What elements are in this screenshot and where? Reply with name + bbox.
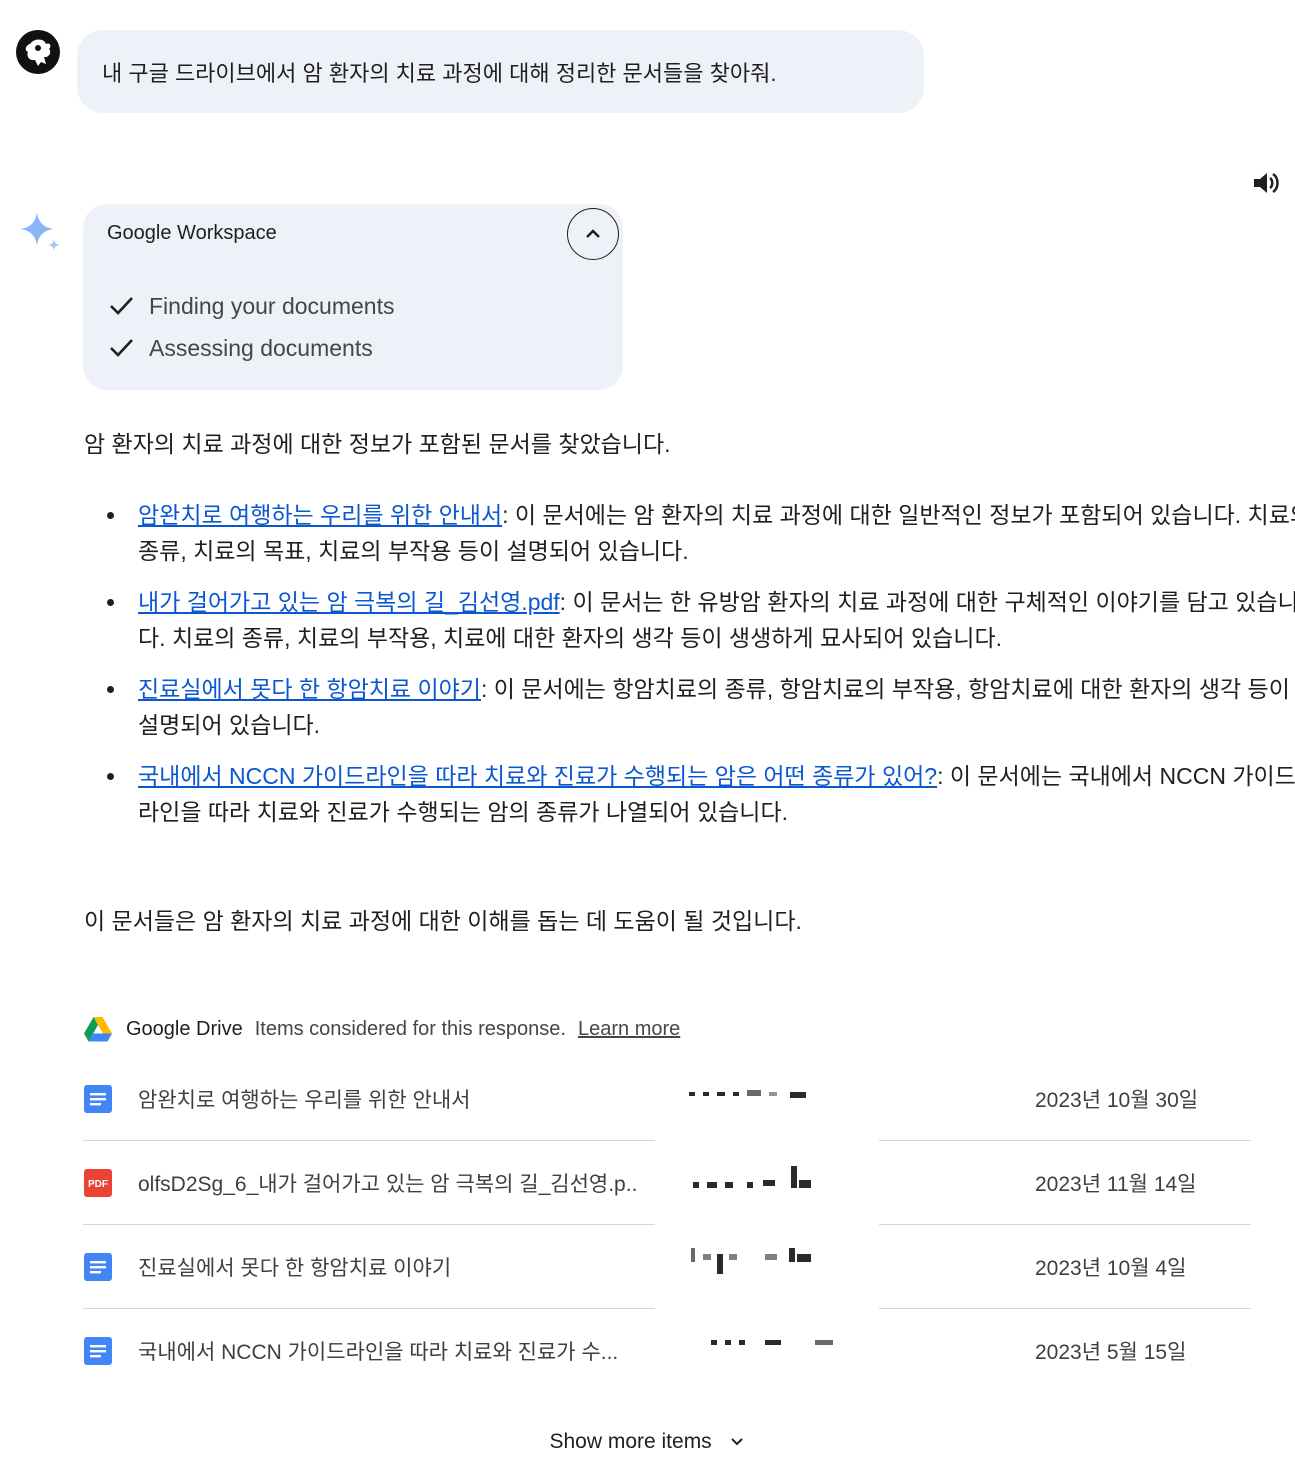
file-name: olfsD2Sg_6_내가 걸어가고 있는 암 극복의 길_김선영.p.. [138,1173,638,1196]
doc-icon [84,1253,112,1281]
drive-note: Items considered for this response. [254,1017,566,1040]
workspace-step: Finding your documents [107,291,394,321]
learn-more-link[interactable]: Learn more [578,1018,680,1041]
file-row[interactable]: 진료실에서 못다 한 항암치료 이야기 2023년 10월 4일 [83,1224,1251,1309]
check-icon [110,297,133,315]
doc-link[interactable]: 내가 걸어가고 있는 암 극복의 길_김선영.pdf [138,589,560,615]
user-message-text: 내 구글 드라이브에서 암 환자의 치료 과정에 대해 정리한 문서들을 찾아줘… [102,60,777,86]
doc-link[interactable]: 국내에서 NCCN 가이드라인을 따라 치료와 진료가 수행되는 암은 어떤 종… [138,763,937,789]
file-row[interactable]: PDF olfsD2Sg_6_내가 걸어가고 있는 암 극복의 길_김선영.p.… [83,1140,1251,1228]
file-date: 2023년 5월 15일 [1035,1341,1187,1364]
user-avatar [16,30,60,74]
file-date: 2023년 11월 14일 [1035,1173,1197,1196]
pdf-icon: PDF [84,1169,112,1197]
gemini-sparkle-icon [20,212,62,254]
file-name: 국내에서 NCCN 가이드라인을 따라 치료와 진료가 수... [138,1341,619,1364]
doc-icon [84,1085,112,1113]
pdf-badge: PDF [88,1179,108,1190]
doc-link[interactable]: 진료실에서 못다 한 항암치료 이야기 [138,676,481,702]
file-name: 진료실에서 못다 한 항암치료 이야기 [138,1257,452,1280]
workspace-step-label: Assessing documents [149,334,373,361]
show-more-label: Show more items [549,1430,712,1453]
drive-brand: Google Drive [126,1017,243,1040]
owner-redacted [655,1140,879,1228]
list-item: 암완치로 여행하는 우리를 위한 안내서: 이 문서에는 암 환자의 치료 과정… [107,497,1295,569]
collapse-button[interactable] [567,208,619,260]
file-name: 암완치로 여행하는 우리를 위한 안내서 [138,1089,471,1112]
file-date: 2023년 10월 30일 [1035,1089,1199,1112]
document-list: 암완치로 여행하는 우리를 위한 안내서: 이 문서에는 암 환자의 치료 과정… [84,497,1295,845]
response-intro: 암 환자의 치료 과정에 대한 정보가 포함된 문서를 찾았습니다. [84,431,671,457]
owner-redacted [655,1308,879,1392]
file-row[interactable]: 국내에서 NCCN 가이드라인을 따라 치료와 진료가 수... 2023년 5… [83,1308,1251,1392]
file-date: 2023년 10월 4일 [1035,1257,1187,1280]
workspace-step-label: Finding your documents [149,292,395,319]
doc-link[interactable]: 암완치로 여행하는 우리를 위한 안내서 [138,502,502,528]
file-row[interactable]: 암완치로 여행하는 우리를 위한 안내서 2023년 10월 30일 [83,1056,1251,1141]
workspace-step: Assessing documents [107,333,373,363]
user-message-bubble: 내 구글 드라이브에서 암 환자의 치료 과정에 대해 정리한 문서들을 찾아줘… [77,30,924,113]
list-item: 진료실에서 못다 한 항암치료 이야기: 이 문서에는 항암치료의 종류, 항암… [107,671,1295,743]
speaker-icon[interactable] [1250,167,1282,199]
list-item: 내가 걸어가고 있는 암 극복의 길_김선영.pdf: 이 문서는 한 유방암 … [107,584,1295,656]
chevron-down-icon [730,1438,743,1446]
google-drive-icon [84,1016,112,1041]
list-item: 국내에서 NCCN 가이드라인을 따라 치료와 진료가 수행되는 암은 어떤 종… [107,758,1295,830]
owner-redacted [655,1056,879,1140]
owner-redacted [655,1224,879,1308]
check-icon [110,339,133,357]
response-outro: 이 문서들은 암 환자의 치료 과정에 대한 이해를 돕는 데 도움이 될 것입… [84,908,802,934]
workspace-title: Google Workspace [107,222,277,244]
drive-sources-header: Google Drive Items considered for this r… [84,1014,680,1044]
doc-icon [84,1337,112,1365]
show-more-button[interactable]: Show more items [0,1430,1295,1454]
chevron-up-icon [586,229,600,238]
workspace-extension-card: Google Workspace Finding your documents … [83,204,623,390]
